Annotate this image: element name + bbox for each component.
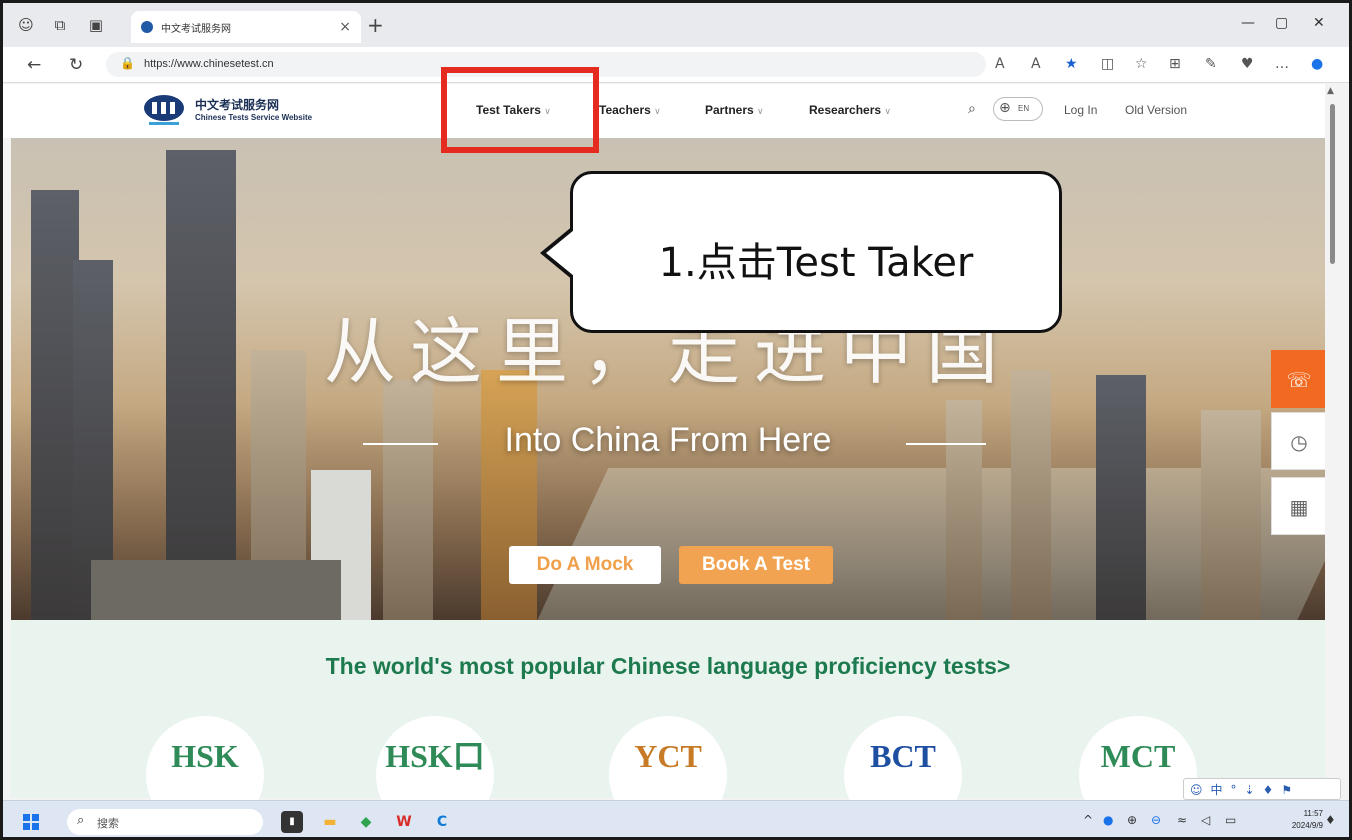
history-button[interactable]: ◷	[1271, 412, 1327, 470]
copilot-icon[interactable]: ●	[1311, 56, 1323, 72]
tab-bar: ☺ ⧉ ▣ 中文考试服务网 × + — ▢ ✕	[3, 3, 1349, 47]
taskbar-clock[interactable]: 11:57 2024/9/9	[1291, 808, 1323, 832]
old-version-link[interactable]: Old Version	[1125, 103, 1187, 117]
popular-tests-section: The world's most popular Chinese languag…	[11, 620, 1325, 834]
site-search-icon[interactable]: ⌕	[968, 101, 976, 117]
browser-window: ☺ ⧉ ▣ 中文考试服务网 × + — ▢ ✕ ← ↻ 🔒 https://ww…	[0, 0, 1352, 840]
hero-building-image	[383, 380, 433, 620]
url-text: https://www.chinesetest.cn	[144, 58, 274, 70]
scrollbar-thumb[interactable]	[1330, 104, 1335, 264]
test-name: YCT	[634, 738, 702, 774]
lock-icon: 🔒	[120, 56, 135, 70]
input-method-toolbar[interactable]: ☺中°⇣♦⚑	[1183, 778, 1341, 800]
workspaces-icon[interactable]: ⧉	[51, 16, 69, 34]
do-a-mock-button[interactable]: Do A Mock	[509, 546, 661, 584]
customer-service-button[interactable]: ☏	[1271, 350, 1327, 408]
extensions-icon[interactable]: ✎	[1205, 56, 1217, 72]
logo-english-name[interactable]: Chinese Tests Service Website	[195, 113, 312, 122]
new-tab-button[interactable]: +	[367, 13, 384, 37]
windows-taskbar: ⌕ 搜索 ▮ ▬ ◆ W C ^ ● ⊕ ⊖ ≈ ◁ ▭ 11:57 2024/…	[3, 800, 1349, 837]
clock-time: 11:57	[1303, 809, 1323, 818]
search-icon: ⌕	[77, 813, 85, 828]
nav-partners-label: Partners	[705, 103, 754, 117]
hero-building-image	[91, 560, 341, 620]
divider-line	[906, 443, 986, 445]
restore-button[interactable]: ▢	[1275, 15, 1288, 31]
nav-researchers-label: Researchers	[809, 103, 882, 117]
wps-office-icon[interactable]: W	[393, 811, 415, 833]
wifi-icon[interactable]: ≈	[1177, 813, 1187, 827]
page-scrollbar[interactable]: ▲	[1325, 84, 1339, 798]
login-link[interactable]: Log In	[1064, 103, 1097, 117]
speech-bubble-tail-fill	[546, 230, 574, 276]
back-button[interactable]: ←	[27, 55, 41, 75]
read-aloud-icon[interactable]: A	[995, 56, 1005, 72]
annotation-highlight-box	[441, 67, 599, 153]
tab-title: 中文考试服务网	[161, 23, 231, 35]
wechat-icon[interactable]: ◆	[355, 811, 377, 833]
windows-start-icon[interactable]	[23, 814, 39, 830]
collections-icon[interactable]: ⊞	[1169, 56, 1181, 72]
hero-building-image	[31, 190, 79, 620]
file-explorer-icon[interactable]: ▬	[319, 811, 341, 833]
site-header: 中文考试服务网 Chinese Tests Service Website Te…	[3, 84, 1325, 138]
globe-icon: ⊕	[999, 100, 1011, 116]
annotation-speech-bubble: 1.点击Test Taker	[570, 171, 1062, 333]
close-tab-icon[interactable]: ×	[339, 19, 351, 35]
browser-tab[interactable]: 中文考试服务网 ×	[131, 11, 361, 43]
hero-building-image	[1011, 370, 1051, 620]
favorite-star-icon[interactable]: ★	[1065, 56, 1078, 72]
site-favicon-icon	[141, 21, 153, 33]
favorites-icon[interactable]: ☆	[1135, 56, 1148, 72]
chevron-down-icon: ∨	[654, 106, 661, 116]
nav-researchers[interactable]: Researchers ∨	[809, 103, 891, 117]
language-switcher[interactable]: ⊕ EN	[993, 97, 1043, 121]
refresh-button[interactable]: ↻	[69, 55, 83, 75]
test-name: HSK口	[385, 738, 485, 774]
text-size-icon[interactable]: A	[1031, 56, 1041, 72]
edge-browser-icon[interactable]: C	[431, 811, 453, 833]
scroll-up-icon[interactable]: ▲	[1327, 86, 1334, 96]
nav-teachers-label: Teachers	[599, 103, 651, 117]
hero-title-english: Into China From Here	[504, 421, 832, 459]
chevron-down-icon: ∨	[884, 106, 891, 116]
show-hidden-icons[interactable]: ^	[1083, 813, 1093, 827]
clock-date: 2024/9/9	[1291, 821, 1323, 830]
volume-icon[interactable]: ◁	[1201, 813, 1210, 827]
test-name: MCT	[1100, 738, 1176, 774]
hero-building-image	[1096, 375, 1146, 620]
address-toolbar: ← ↻ 🔒 https://www.chinesetest.cn A A ★ ◫…	[3, 47, 1349, 83]
popular-tests-title[interactable]: The world's most popular Chinese languag…	[11, 653, 1325, 680]
minimize-button[interactable]: —	[1241, 15, 1255, 31]
qr-code-button[interactable]: ▦	[1271, 477, 1327, 535]
nav-teachers[interactable]: Teachers ∨	[599, 103, 661, 117]
annotation-text: 1.点击Test Taker	[658, 240, 974, 286]
chevron-down-icon: ∨	[757, 106, 764, 116]
battery-icon[interactable]: ▭	[1225, 813, 1236, 827]
profile-icon[interactable]: ☺	[17, 16, 35, 34]
test-name: HSK	[171, 738, 239, 774]
browser-essentials-icon[interactable]: ♥	[1241, 56, 1254, 72]
language-label: EN	[1018, 104, 1030, 113]
tray-app-icon[interactable]: ⊕	[1127, 813, 1137, 827]
tab-actions-icon[interactable]: ▣	[87, 16, 105, 34]
taskbar-search-placeholder: 搜索	[97, 818, 119, 830]
more-options-icon[interactable]: …	[1275, 56, 1289, 72]
nav-partners[interactable]: Partners ∨	[705, 103, 764, 117]
tray-app-icon[interactable]: ⊖	[1151, 813, 1161, 827]
notification-icon[interactable]: ♦	[1325, 813, 1336, 827]
logo-chinese-name[interactable]: 中文考试服务网	[195, 96, 279, 113]
site-logo-icon[interactable]	[143, 93, 185, 127]
split-screen-icon[interactable]: ◫	[1101, 56, 1114, 72]
book-a-test-button[interactable]: Book A Test	[679, 546, 833, 584]
task-view-icon[interactable]: ▮	[281, 811, 303, 833]
taskbar-search-box[interactable]: ⌕ 搜索	[67, 809, 263, 835]
test-name: BCT	[870, 738, 936, 774]
close-window-button[interactable]: ✕	[1313, 15, 1325, 31]
tray-app-icon[interactable]: ●	[1103, 813, 1113, 827]
